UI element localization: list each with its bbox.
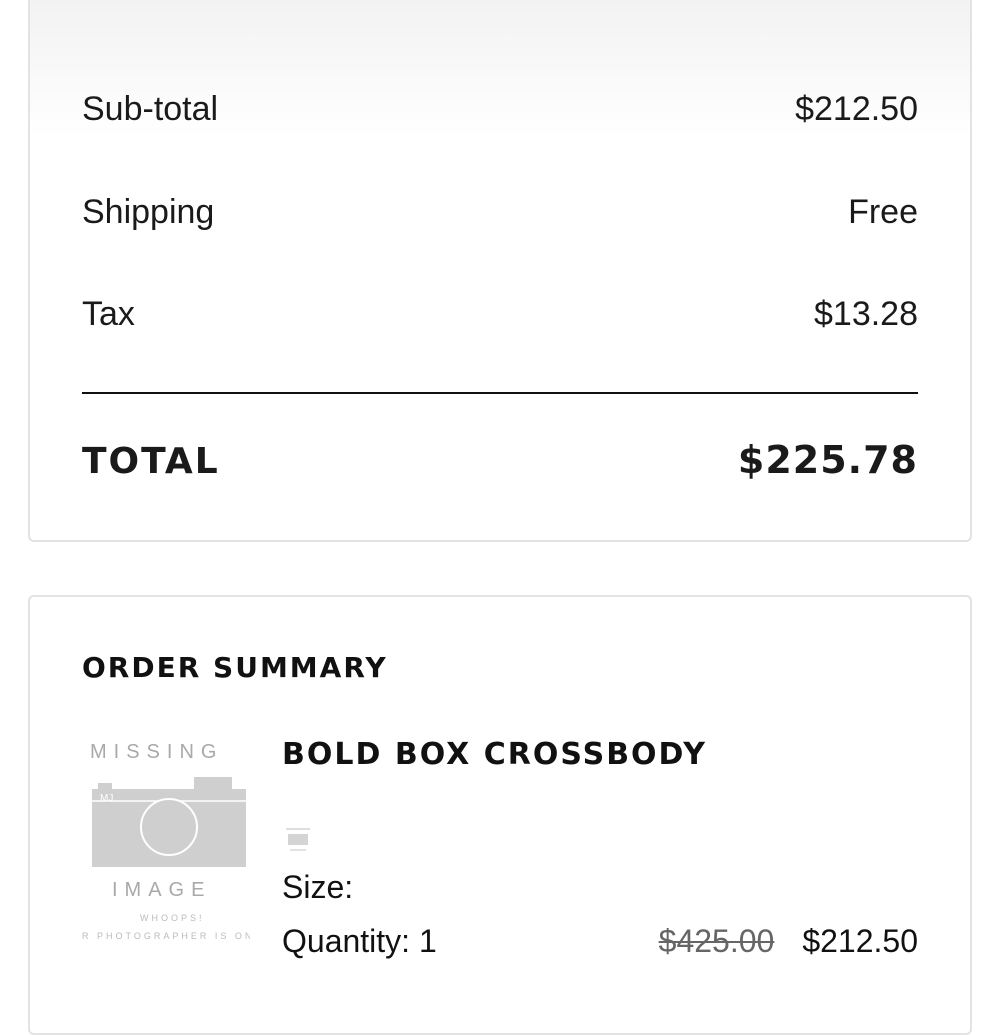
shipping-label: Shipping — [82, 193, 215, 231]
original-price: $425.00 — [658, 923, 775, 959]
tax-label: Tax — [82, 295, 135, 333]
thumbnail-note-text: R PHOTOGRAPHER IS ON — [82, 931, 250, 941]
camera-placeholder-icon: MJ — [92, 777, 246, 867]
thumbnail-image-text: IMAGE — [112, 879, 212, 901]
shipping-row: Shipping Free — [82, 193, 918, 232]
subtotal-label: Sub-total — [82, 90, 219, 128]
thumbnail-whoops-text: WHOOPS! — [140, 913, 205, 923]
total-label: TOTAL — [82, 441, 220, 482]
thumbnail-brand-text: MJ — [100, 793, 113, 804]
total-value: $225.78 — [737, 438, 918, 482]
size-label: Size: — [282, 869, 354, 905]
order-summary-heading: ORDER SUMMARY — [82, 651, 388, 684]
price-group: $425.00 $212.50 — [659, 923, 918, 960]
sale-price: $212.50 — [802, 923, 918, 959]
tax-value: $13.28 — [814, 295, 918, 333]
totals-divider — [82, 392, 918, 394]
product-thumbnail[interactable]: MISSING MJ IMAGE WHOOPS! R PHOTOGRAPHER … — [82, 741, 250, 951]
order-summary-card: ORDER SUMMARY MISSING MJ IMAGE WHOOPS! R… — [28, 595, 972, 1035]
shipping-value: Free — [848, 193, 918, 231]
subtotal-row: Sub-total $212.50 — [82, 90, 918, 129]
subtotal-value: $212.50 — [795, 90, 918, 128]
thumbnail-missing-text: MISSING — [90, 741, 224, 763]
color-swatch-image[interactable] — [284, 825, 312, 855]
quantity-label: Quantity: 1 — [282, 923, 437, 959]
order-totals-card: Sub-total $212.50 Shipping Free Tax $13.… — [28, 0, 972, 542]
total-row: TOTAL $225.78 — [82, 438, 918, 482]
product-name[interactable]: BOLD BOX CROSSBODY — [282, 737, 707, 772]
tax-row: Tax $13.28 — [82, 295, 918, 334]
